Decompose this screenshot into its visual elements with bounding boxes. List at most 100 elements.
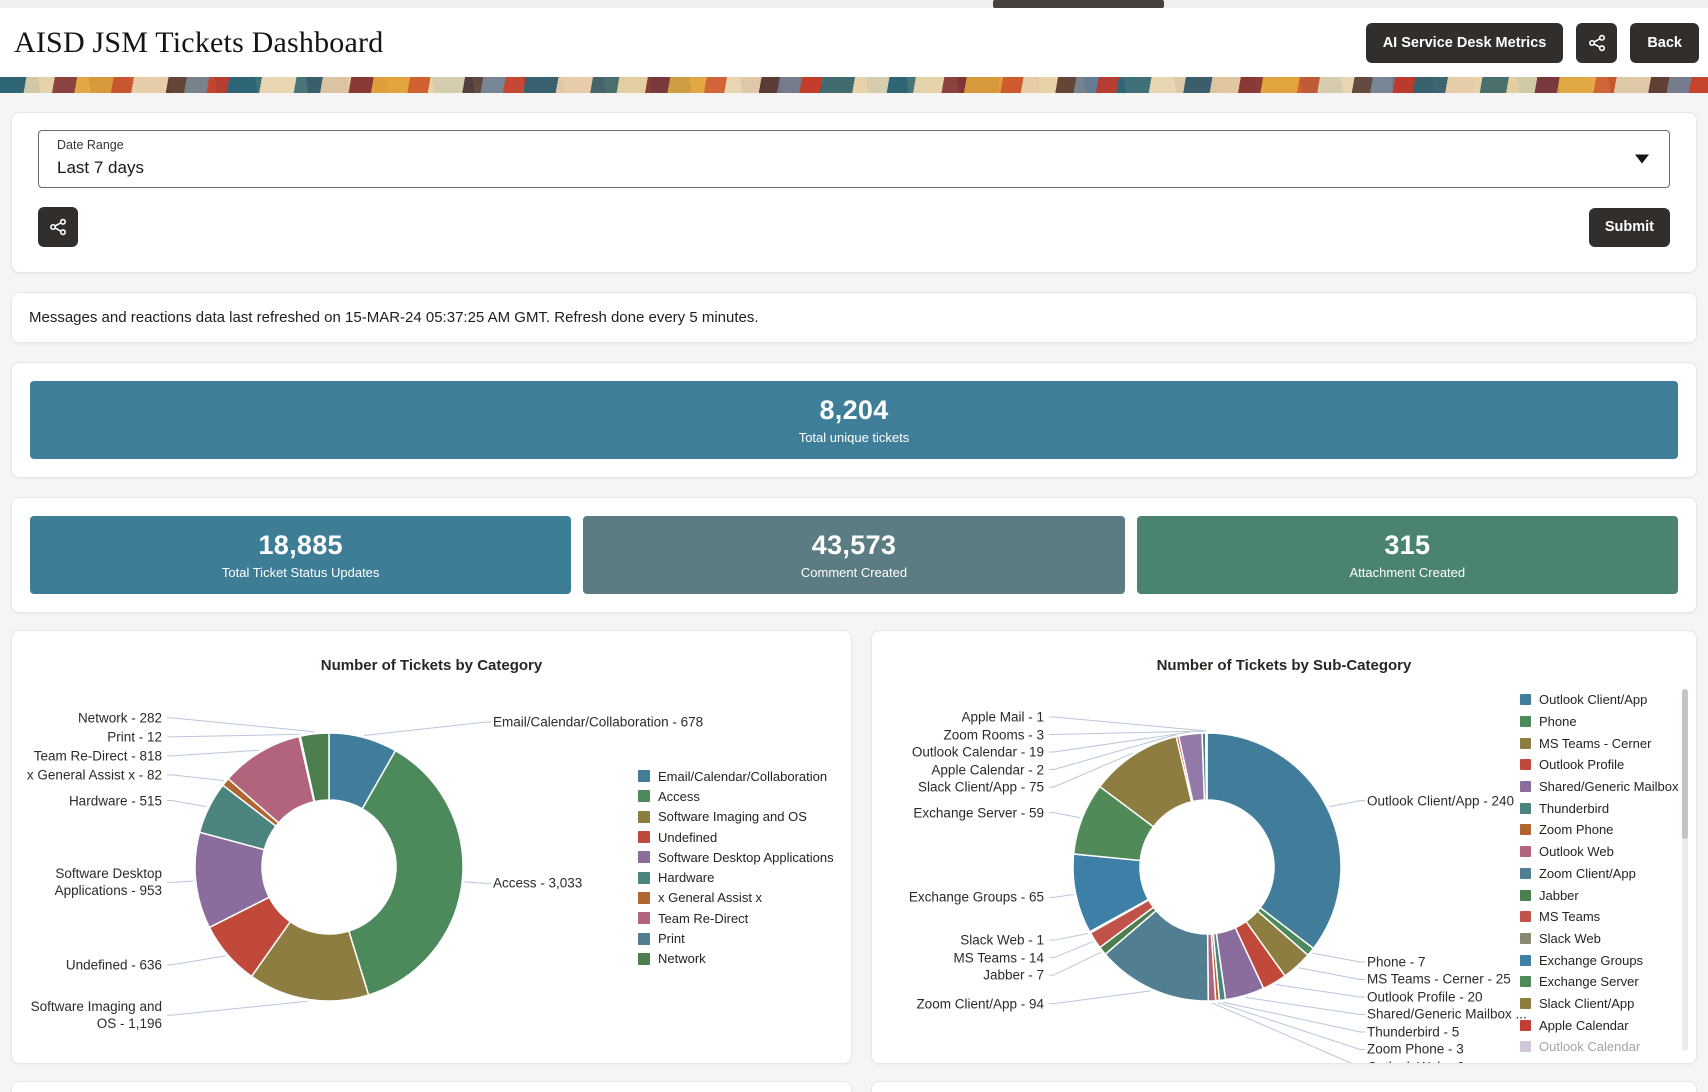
kpi-attachment-created[interactable]: 315 Attachment Created bbox=[1136, 516, 1678, 594]
share-nodes-icon bbox=[1588, 34, 1605, 51]
legend-label: Zoom Client/App bbox=[1538, 865, 1636, 881]
legend-label: Apple Calendar bbox=[1538, 1017, 1629, 1033]
legend-label: Jabber bbox=[1538, 887, 1579, 903]
callout-line bbox=[167, 880, 194, 883]
slice-callout-label: Slack Client/App - 75 bbox=[917, 779, 1044, 795]
slice-callout-label: Email/Calendar/Collaboration - 678 bbox=[493, 714, 704, 730]
slice-callout-label: Exchange Groups - 65 bbox=[908, 889, 1044, 905]
legend-item[interactable]: Access bbox=[638, 786, 838, 806]
legend-label: Network bbox=[658, 951, 706, 967]
top-scrollbar-thumb[interactable] bbox=[993, 0, 1164, 8]
legend-item[interactable]: Print bbox=[638, 928, 838, 948]
callout-line bbox=[1048, 940, 1094, 959]
legend-swatch bbox=[1519, 1041, 1531, 1053]
slice-callout-label: Outlook Profile - 20 bbox=[1366, 989, 1483, 1005]
kpi-ticket-status-updates[interactable]: 18,885 Total Ticket Status Updates bbox=[30, 516, 572, 594]
submit-button[interactable]: Submit bbox=[1588, 207, 1670, 247]
legend-swatch bbox=[1519, 932, 1531, 944]
legend-item[interactable]: Exchange Server bbox=[1519, 971, 1683, 993]
legend-item[interactable]: Zoom Phone bbox=[1519, 819, 1683, 841]
date-range-value: Last 7 days bbox=[57, 158, 144, 177]
legend-item[interactable]: Outlook Client/App bbox=[1519, 689, 1683, 711]
slice-callout-label: Zoom Client/App - 94 bbox=[916, 995, 1044, 1011]
legend-item[interactable]: Outlook Web bbox=[1519, 841, 1683, 863]
slice-callout-label: Outlook Web - 6 bbox=[1367, 1059, 1464, 1063]
slice-callout-label: Apple Mail - 1 bbox=[961, 709, 1044, 725]
legend-item[interactable]: x General Assist x bbox=[638, 888, 838, 908]
legend-item[interactable]: Thunderbird bbox=[1519, 797, 1683, 819]
legend-item[interactable]: Slack Web bbox=[1519, 928, 1683, 950]
date-range-select[interactable]: Date Range Last 7 days bbox=[38, 130, 1670, 188]
callout-line bbox=[1048, 951, 1102, 976]
slice-callout-label: Team Re-Direct - 818 bbox=[33, 748, 162, 764]
legend-item[interactable]: Zoom Client/App bbox=[1519, 863, 1683, 885]
total-unique-tickets-card: 8,204 Total unique tickets bbox=[11, 362, 1697, 478]
legend-item[interactable]: Outlook Calendar bbox=[1519, 1036, 1683, 1058]
kpi-value: 18,885 bbox=[258, 530, 343, 560]
callout-line bbox=[1312, 952, 1365, 963]
legend-swatch bbox=[638, 952, 650, 965]
legend-item[interactable]: Apple Calendar bbox=[1519, 1014, 1683, 1036]
callout-line bbox=[1275, 983, 1365, 998]
main-content: Date Range Last 7 days Submit Messages a… bbox=[0, 112, 1708, 1092]
back-button[interactable]: Back bbox=[1630, 22, 1699, 63]
legend-label: Software Imaging and OS bbox=[658, 809, 807, 825]
callout-line bbox=[1048, 932, 1089, 941]
next-row-partial bbox=[11, 1081, 1697, 1092]
slice-callout-label: Hardware - 515 bbox=[68, 793, 162, 808]
legend-item[interactable]: Undefined bbox=[638, 827, 838, 847]
legend-scrollbar-thumb[interactable] bbox=[1681, 689, 1688, 839]
ai-service-desk-metrics-button[interactable]: AI Service Desk Metrics bbox=[1365, 22, 1564, 63]
filter-share-button[interactable] bbox=[38, 207, 78, 247]
callout-line bbox=[1298, 967, 1365, 980]
tickets-by-category-chart: Number of Tickets by Category Network - … bbox=[11, 630, 852, 1064]
legend-label: Outlook Client/App bbox=[1538, 692, 1648, 708]
legend-item[interactable]: Software Imaging and OS bbox=[638, 807, 838, 827]
legend-item[interactable]: MS Teams bbox=[1519, 906, 1683, 928]
callout-line bbox=[167, 1000, 308, 1016]
legend-item[interactable]: Team Re-Direct bbox=[638, 908, 838, 928]
legend-item[interactable]: Outlook Profile bbox=[1519, 754, 1683, 776]
donut-slice[interactable] bbox=[1206, 732, 1342, 950]
kpi-label: Attachment Created bbox=[1349, 565, 1466, 580]
slice-callout-label: Zoom Phone - 3 bbox=[1366, 1041, 1464, 1057]
legend-scrollbar[interactable] bbox=[1681, 689, 1688, 1051]
legend-label: Outlook Web bbox=[1538, 844, 1614, 860]
donut-slice[interactable] bbox=[1204, 732, 1208, 801]
legend-swatch bbox=[638, 891, 650, 904]
legend-item[interactable]: Slack Client/App bbox=[1519, 993, 1683, 1015]
legend-swatch bbox=[1519, 694, 1531, 706]
legend-swatch bbox=[1519, 759, 1531, 771]
kpi-value: 43,573 bbox=[811, 530, 897, 560]
kpi-total-unique-tickets[interactable]: 8,204 Total unique tickets bbox=[30, 381, 1678, 459]
legend-item[interactable]: Shared/Generic Mailbox bbox=[1519, 776, 1683, 798]
legend-swatch bbox=[1519, 737, 1531, 749]
callout-line bbox=[167, 955, 227, 966]
legend-item[interactable]: Jabber bbox=[1519, 884, 1683, 906]
header-share-button[interactable] bbox=[1576, 22, 1618, 63]
slice-callout-label: Software Imaging and OS - 1,196 bbox=[30, 999, 162, 1032]
legend-label: Exchange Groups bbox=[1538, 952, 1644, 968]
legend-label: Outlook Profile bbox=[1538, 757, 1625, 773]
legend-swatch bbox=[638, 790, 650, 803]
legend-item[interactable]: Exchange Groups bbox=[1519, 949, 1683, 971]
legend-item[interactable]: Phone bbox=[1519, 711, 1683, 733]
legend-item[interactable]: MS Teams - Cerner bbox=[1519, 732, 1683, 754]
legend-swatch bbox=[638, 871, 650, 884]
kpi-label: Total Ticket Status Updates bbox=[221, 565, 380, 580]
legend-label: MS Teams - Cerner bbox=[1538, 735, 1652, 751]
callout-line bbox=[363, 721, 491, 737]
legend-item[interactable]: Email/Calendar/Collaboration bbox=[638, 766, 838, 786]
filter-actions: Submit bbox=[38, 207, 1670, 247]
legend-swatch bbox=[1519, 997, 1531, 1009]
legend-item[interactable]: Hardware bbox=[638, 867, 838, 887]
legend-label: Slack Web bbox=[1538, 930, 1601, 946]
date-range-label: Date Range bbox=[57, 138, 124, 152]
legend-item[interactable]: Network bbox=[638, 949, 838, 969]
legend-item[interactable]: Software Desktop Applications bbox=[638, 847, 838, 867]
kpi-comment-created[interactable]: 43,573 Comment Created bbox=[583, 516, 1125, 594]
kpi-value: 315 bbox=[1384, 530, 1431, 560]
top-scrollbar bbox=[0, 0, 1708, 8]
legend-label: Phone bbox=[1538, 714, 1577, 730]
legend-swatch bbox=[638, 770, 650, 783]
